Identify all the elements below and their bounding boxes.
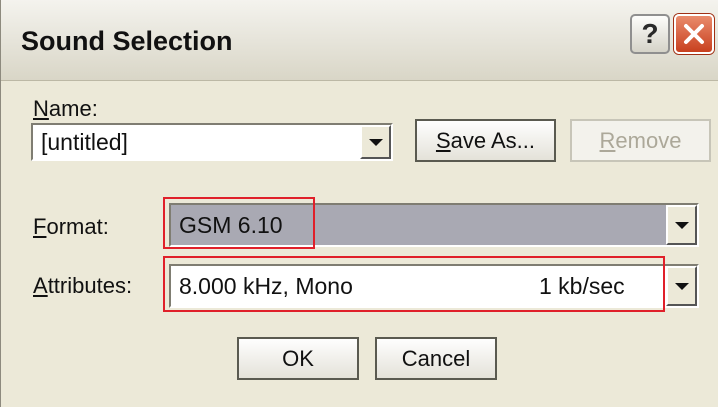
close-icon bbox=[684, 24, 704, 44]
attributes-label: Attributes: bbox=[33, 273, 133, 298]
ok-button[interactable]: OK bbox=[237, 337, 359, 380]
dropdown-arrow-icon bbox=[674, 221, 689, 229]
close-button[interactable] bbox=[674, 14, 714, 54]
help-button[interactable]: ? bbox=[630, 14, 670, 54]
format-highlight-box bbox=[163, 197, 315, 249]
name-value: [untitled] bbox=[41, 128, 128, 155]
cancel-button[interactable]: Cancel bbox=[375, 337, 497, 380]
name-combobox[interactable]: [untitled] bbox=[31, 123, 393, 161]
save-as-button[interactable]: Save As... bbox=[415, 119, 556, 162]
name-label: Name: bbox=[33, 96, 98, 121]
dropdown-arrow-icon bbox=[674, 282, 689, 290]
remove-button[interactable]: Remove bbox=[570, 119, 711, 162]
help-icon: ? bbox=[641, 18, 659, 49]
attributes-highlight-box bbox=[163, 256, 665, 312]
dropdown-arrow-icon bbox=[368, 138, 383, 146]
format-dropdown-button[interactable] bbox=[666, 205, 697, 245]
dialog-title: Sound Selection bbox=[21, 26, 233, 56]
attributes-dropdown-button[interactable] bbox=[666, 266, 697, 306]
name-dropdown-button[interactable] bbox=[360, 125, 391, 159]
format-label: Format: bbox=[33, 214, 109, 239]
sound-selection-dialog: Sound Selection ? Name: [untitled] Save … bbox=[0, 0, 718, 407]
title-bar[interactable]: Sound Selection ? bbox=[1, 0, 718, 81]
